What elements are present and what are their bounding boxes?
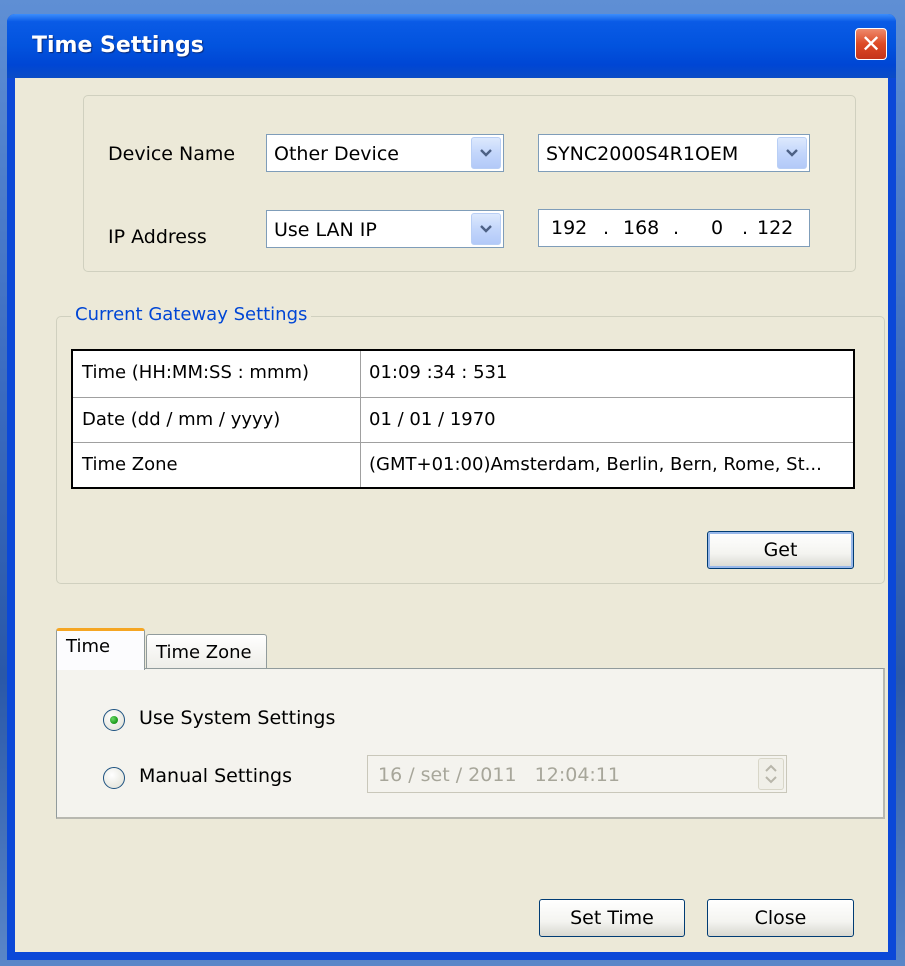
chevron-down-icon <box>786 149 798 157</box>
table-row-value: 01:09 :34 : 531 <box>369 362 508 383</box>
use-system-settings-radio[interactable] <box>103 709 125 731</box>
close-button[interactable]: Close <box>707 899 854 937</box>
tab-time[interactable]: Time <box>56 628 145 670</box>
table-row[interactable]: Date (dd / mm / yyyy) 01 / 01 / 1970 <box>73 397 853 443</box>
window-title: Time Settings <box>32 33 204 58</box>
table-row-value: 01 / 01 / 1970 <box>369 409 496 430</box>
ip-separator: . <box>673 217 680 239</box>
table-row-label: Time Zone <box>82 454 178 475</box>
table-row-label: Time (HH:MM:SS : mmm) <box>82 362 310 383</box>
chevron-down-icon <box>480 149 492 157</box>
close-icon: ✕ <box>860 30 882 58</box>
device-model-dropdown[interactable]: SYNC2000S4R1OEM <box>538 134 810 172</box>
gateway-settings-legend: Current Gateway Settings <box>71 304 312 325</box>
ip-separator: . <box>742 217 749 239</box>
device-model-dropdown-button[interactable] <box>777 137 807 169</box>
ip-octet-3[interactable]: 0 <box>711 217 723 239</box>
manual-datetime-field: 16 / set / 2011 12:04:11 <box>367 755 787 793</box>
table-row-value: (GMT+01:00)Amsterdam, Berlin, Bern, Rome… <box>369 454 822 475</box>
radio-selected-icon <box>110 716 118 724</box>
dialog-client-area: Device Name Other Device SYNC2000S4R1OEM… <box>15 78 888 952</box>
chevron-down-icon <box>480 225 492 233</box>
ip-octet-2[interactable]: 168 <box>623 217 659 239</box>
ip-mode-dropdown[interactable]: Use LAN IP <box>266 210 504 248</box>
gateway-settings-table: Time (HH:MM:SS : mmm) 01:09 :34 : 531 Da… <box>71 349 855 489</box>
manual-datetime-value: 16 / set / 2011 12:04:11 <box>378 764 620 786</box>
table-row[interactable]: Time Zone (GMT+01:00)Amsterdam, Berlin, … <box>73 442 853 488</box>
title-bar[interactable]: Time Settings ✕ <box>7 14 896 78</box>
ip-address-label: IP Address <box>108 226 207 248</box>
use-system-settings-label[interactable]: Use System Settings <box>139 707 335 729</box>
ip-mode-dropdown-button[interactable] <box>471 213 501 245</box>
ip-address-field[interactable]: 192 . 168 . 0 . 122 <box>538 209 810 247</box>
device-model-value: SYNC2000S4R1OEM <box>546 143 739 165</box>
device-name-value: Other Device <box>274 143 399 165</box>
device-name-label: Device Name <box>108 143 236 165</box>
table-row[interactable]: Time (HH:MM:SS : mmm) 01:09 :34 : 531 <box>73 351 853 396</box>
ip-separator: . <box>603 217 610 239</box>
spin-updown-icon <box>758 758 784 790</box>
ip-octet-1[interactable]: 192 <box>551 217 587 239</box>
time-tab-panel <box>56 668 885 819</box>
dialog-window: Time Settings ✕ Device Name Other Device… <box>7 14 896 960</box>
ip-mode-value: Use LAN IP <box>274 219 377 241</box>
get-button[interactable]: Get <box>707 531 854 569</box>
set-time-button[interactable]: Set Time <box>539 899 685 937</box>
manual-settings-label[interactable]: Manual Settings <box>139 765 292 787</box>
table-row-label: Date (dd / mm / yyyy) <box>82 409 281 430</box>
close-window-button[interactable]: ✕ <box>855 28 887 60</box>
device-name-dropdown[interactable]: Other Device <box>266 134 504 172</box>
manual-settings-radio[interactable] <box>103 767 125 789</box>
device-name-dropdown-button[interactable] <box>471 137 501 169</box>
tab-time-zone[interactable]: Time Zone <box>146 634 267 672</box>
ip-octet-4[interactable]: 122 <box>757 217 793 239</box>
